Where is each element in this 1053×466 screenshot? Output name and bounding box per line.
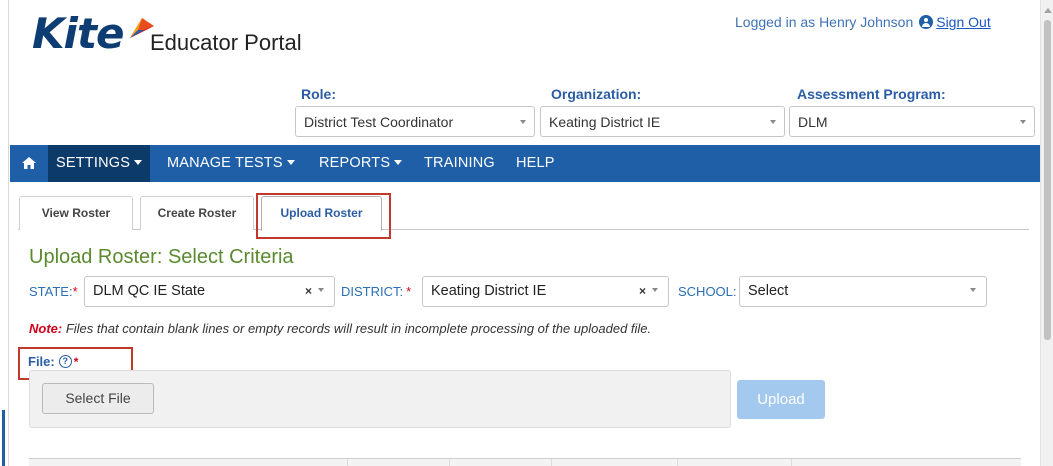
- organization-value: Keating District IE: [549, 114, 661, 130]
- nav-training-label: TRAINING: [424, 155, 495, 171]
- nav-settings[interactable]: SETTINGS: [48, 145, 151, 182]
- upload-button[interactable]: Upload: [737, 380, 825, 419]
- page-scrollbar[interactable]: [1040, 0, 1053, 466]
- nav-manage-tests-label: MANAGE TESTS: [167, 155, 283, 171]
- table-column-divider: [677, 459, 678, 466]
- assessment-program-label: Assessment Program:: [797, 86, 946, 102]
- window-left-edge: [0, 0, 9, 466]
- school-value: Select: [748, 283, 789, 299]
- assessment-program-value: DLM: [798, 114, 828, 130]
- district-label: DISTRICT: *: [341, 284, 411, 299]
- required-marker: *: [72, 284, 78, 299]
- roster-table-header: [29, 458, 1021, 466]
- caret-down-icon: [286, 160, 295, 165]
- nav-manage-tests[interactable]: MANAGE TESTS: [167, 145, 295, 182]
- district-label-text: DISTRICT:: [341, 284, 404, 299]
- scroll-up-icon[interactable]: [1044, 8, 1052, 13]
- state-select[interactable]: DLM QC IE State ×: [84, 276, 335, 307]
- organization-select[interactable]: Keating District IE: [540, 106, 785, 137]
- clear-icon[interactable]: ×: [305, 284, 312, 298]
- table-column-divider: [791, 459, 792, 466]
- table-column-divider: [449, 459, 450, 466]
- chevron-down-icon: [770, 120, 776, 124]
- role-label: Role:: [301, 86, 336, 102]
- kite-logo[interactable]: Kite: [32, 8, 156, 58]
- note-text: Files that contain blank lines or empty …: [65, 321, 652, 336]
- table-column-divider: [347, 459, 348, 466]
- sign-out-link[interactable]: Sign Out: [936, 14, 990, 30]
- home-icon[interactable]: [22, 156, 36, 170]
- clear-icon[interactable]: ×: [639, 284, 646, 298]
- upload-tab-highlight-box: [256, 193, 391, 239]
- school-label: SCHOOL:: [678, 284, 737, 299]
- district-select[interactable]: Keating District IE ×: [422, 276, 669, 307]
- portal-title: Educator Portal: [150, 30, 302, 55]
- nav-help-label: HELP: [516, 155, 555, 171]
- chevron-down-icon: [520, 120, 526, 124]
- logo-text: Kite: [32, 8, 125, 58]
- upload-note: Note: Files that contain blank lines or …: [29, 321, 651, 336]
- edge-marker: [2, 410, 5, 466]
- school-select[interactable]: Select: [739, 276, 987, 307]
- tab-create-roster[interactable]: Create Roster: [140, 196, 254, 230]
- note-label: Note:: [29, 321, 63, 336]
- scrollbar-thumb[interactable]: [1044, 20, 1051, 340]
- nav-settings-label: SETTINGS: [56, 155, 131, 171]
- state-label-text: STATE:: [29, 284, 73, 299]
- assessment-program-select[interactable]: DLM: [789, 106, 1035, 137]
- nav-reports[interactable]: REPORTS: [319, 145, 403, 182]
- district-value: Keating District IE: [431, 283, 547, 299]
- main-navbar: SETTINGS MANAGE TESTS REPORTS TRAINING H…: [10, 145, 1040, 182]
- state-label: STATE:*: [29, 284, 78, 299]
- tab-view-roster[interactable]: View Roster: [19, 196, 133, 230]
- role-value: District Test Coordinator: [304, 114, 454, 130]
- chevron-down-icon: [1020, 120, 1026, 124]
- caret-down-icon: [394, 160, 403, 165]
- table-column-divider: [551, 459, 552, 466]
- chevron-down-icon: [970, 288, 976, 292]
- nav-reports-label: REPORTS: [319, 155, 391, 171]
- section-title: Upload Roster: Select Criteria: [29, 246, 294, 268]
- caret-down-icon: [134, 160, 143, 165]
- select-file-button[interactable]: Select File: [42, 383, 154, 414]
- required-marker: *: [406, 284, 412, 299]
- chevron-down-icon: [318, 288, 324, 292]
- nav-help[interactable]: HELP: [516, 145, 555, 182]
- logged-in-text: Logged in as Henry Johnson: [735, 14, 914, 30]
- login-status: Logged in as Henry Johnson Sign Out: [735, 14, 991, 30]
- user-icon: [919, 15, 934, 29]
- role-select[interactable]: District Test Coordinator: [295, 106, 535, 137]
- nav-training[interactable]: TRAINING: [424, 145, 495, 182]
- state-value: DLM QC IE State: [93, 283, 206, 299]
- organization-label: Organization:: [551, 86, 642, 102]
- chevron-down-icon: [652, 288, 658, 292]
